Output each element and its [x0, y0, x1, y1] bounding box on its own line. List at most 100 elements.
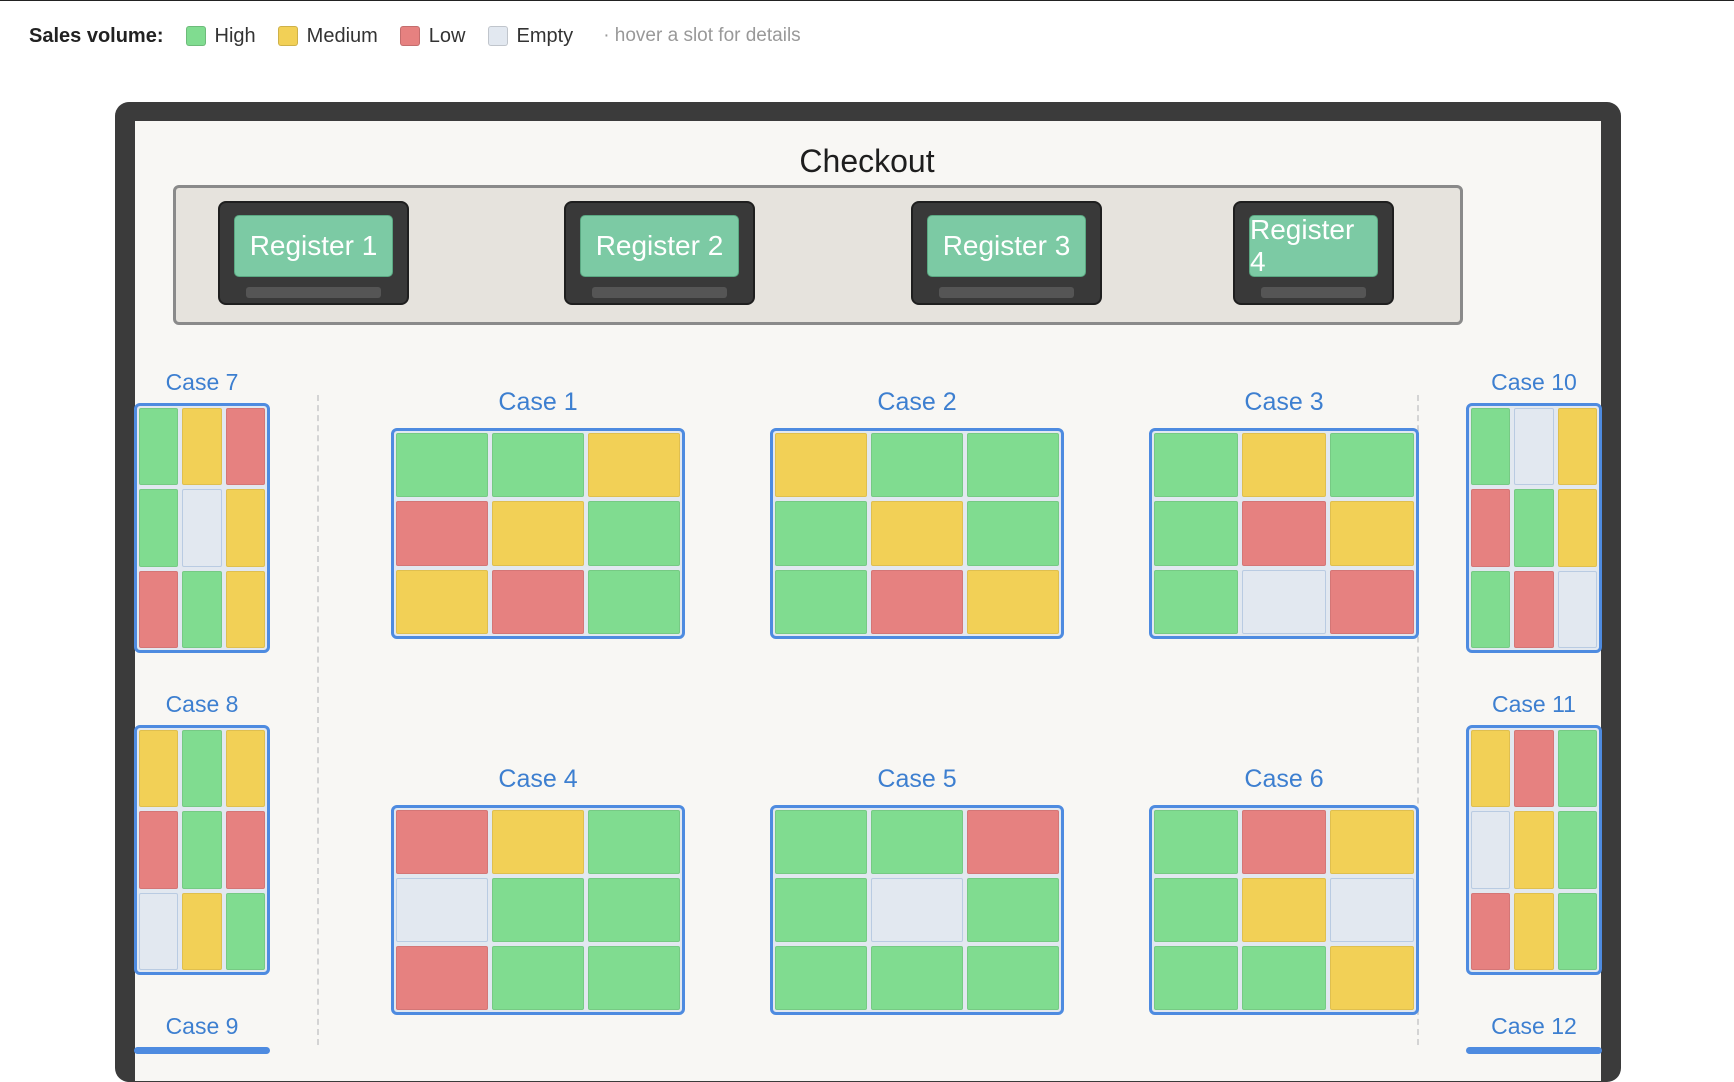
- slot-low[interactable]: [1514, 570, 1554, 648]
- slot-empty[interactable]: [1514, 408, 1554, 486]
- slot-low[interactable]: [1242, 501, 1326, 566]
- slot-empty[interactable]: [1242, 569, 1326, 634]
- case-6[interactable]: [1149, 805, 1419, 1015]
- slot-low[interactable]: [396, 501, 488, 566]
- register-3[interactable]: Register 3: [911, 201, 1102, 305]
- slot-high[interactable]: [1471, 570, 1511, 648]
- slot-high[interactable]: [588, 878, 680, 942]
- slot-low[interactable]: [225, 811, 265, 889]
- case-11[interactable]: [1466, 725, 1602, 975]
- slot-empty[interactable]: [1557, 570, 1597, 648]
- slot-high[interactable]: [1154, 569, 1238, 634]
- slot-high[interactable]: [1242, 946, 1326, 1010]
- slot-medium[interactable]: [182, 408, 222, 486]
- slot-high[interactable]: [1154, 501, 1238, 566]
- slot-high[interactable]: [967, 878, 1059, 942]
- slot-high[interactable]: [182, 811, 222, 889]
- slot-high[interactable]: [492, 433, 584, 498]
- slot-high[interactable]: [1154, 433, 1238, 498]
- slot-low[interactable]: [1471, 489, 1511, 567]
- slot-high[interactable]: [775, 501, 867, 566]
- slot-medium[interactable]: [775, 433, 867, 498]
- slot-high[interactable]: [871, 433, 963, 498]
- register-4[interactable]: Register 4: [1233, 201, 1394, 305]
- case-5[interactable]: [770, 805, 1064, 1015]
- slot-high[interactable]: [588, 946, 680, 1010]
- case-4[interactable]: [391, 805, 685, 1015]
- slot-medium[interactable]: [1242, 878, 1326, 942]
- slot-medium[interactable]: [492, 501, 584, 566]
- slot-low[interactable]: [1471, 892, 1511, 970]
- slot-low[interactable]: [871, 569, 963, 634]
- slot-high[interactable]: [1471, 408, 1511, 486]
- slot-high[interactable]: [775, 946, 867, 1010]
- slot-medium[interactable]: [1471, 730, 1511, 808]
- case-7[interactable]: [134, 403, 270, 653]
- slot-medium[interactable]: [1557, 489, 1597, 567]
- slot-low[interactable]: [139, 811, 179, 889]
- slot-low[interactable]: [1330, 569, 1414, 634]
- register-1[interactable]: Register 1: [218, 201, 409, 305]
- slot-high[interactable]: [775, 878, 867, 942]
- slot-high[interactable]: [967, 946, 1059, 1010]
- slot-medium[interactable]: [225, 730, 265, 808]
- slot-empty[interactable]: [139, 892, 179, 970]
- slot-medium[interactable]: [967, 569, 1059, 634]
- slot-medium[interactable]: [1514, 892, 1554, 970]
- slot-medium[interactable]: [1242, 433, 1326, 498]
- slot-high[interactable]: [139, 408, 179, 486]
- slot-high[interactable]: [871, 946, 963, 1010]
- slot-medium[interactable]: [492, 810, 584, 874]
- case-3[interactable]: [1149, 428, 1419, 639]
- slot-high[interactable]: [1557, 811, 1597, 889]
- slot-medium[interactable]: [1557, 408, 1597, 486]
- slot-empty[interactable]: [871, 878, 963, 942]
- slot-high[interactable]: [967, 501, 1059, 566]
- slot-empty[interactable]: [1330, 878, 1414, 942]
- slot-high[interactable]: [1154, 810, 1238, 874]
- slot-medium[interactable]: [182, 892, 222, 970]
- slot-high[interactable]: [775, 569, 867, 634]
- slot-low[interactable]: [225, 408, 265, 486]
- slot-low[interactable]: [396, 946, 488, 1010]
- slot-high[interactable]: [1154, 878, 1238, 942]
- slot-medium[interactable]: [225, 489, 265, 567]
- slot-high[interactable]: [1557, 892, 1597, 970]
- slot-empty[interactable]: [1471, 811, 1511, 889]
- case-12[interactable]: [1466, 1047, 1602, 1054]
- slot-low[interactable]: [1242, 810, 1326, 874]
- slot-medium[interactable]: [871, 501, 963, 566]
- slot-high[interactable]: [588, 569, 680, 634]
- slot-high[interactable]: [1557, 730, 1597, 808]
- slot-high[interactable]: [492, 946, 584, 1010]
- slot-medium[interactable]: [1330, 810, 1414, 874]
- slot-medium[interactable]: [1514, 811, 1554, 889]
- case-8[interactable]: [134, 725, 270, 975]
- slot-high[interactable]: [139, 489, 179, 567]
- slot-medium[interactable]: [588, 433, 680, 498]
- slot-high[interactable]: [1330, 433, 1414, 498]
- slot-high[interactable]: [967, 433, 1059, 498]
- slot-low[interactable]: [396, 810, 488, 874]
- slot-high[interactable]: [182, 570, 222, 648]
- slot-low[interactable]: [967, 810, 1059, 874]
- slot-low[interactable]: [492, 569, 584, 634]
- case-9[interactable]: [134, 1047, 270, 1054]
- case-10[interactable]: [1466, 403, 1602, 653]
- slot-medium[interactable]: [1330, 501, 1414, 566]
- case-1[interactable]: [391, 428, 685, 639]
- slot-medium[interactable]: [396, 569, 488, 634]
- slot-low[interactable]: [139, 570, 179, 648]
- slot-high[interactable]: [1154, 946, 1238, 1010]
- slot-high[interactable]: [775, 810, 867, 874]
- slot-high[interactable]: [182, 730, 222, 808]
- register-2[interactable]: Register 2: [564, 201, 755, 305]
- slot-high[interactable]: [492, 878, 584, 942]
- slot-empty[interactable]: [182, 489, 222, 567]
- slot-high[interactable]: [1514, 489, 1554, 567]
- slot-high[interactable]: [396, 433, 488, 498]
- slot-empty[interactable]: [396, 878, 488, 942]
- case-2[interactable]: [770, 428, 1064, 639]
- slot-high[interactable]: [588, 810, 680, 874]
- slot-medium[interactable]: [225, 570, 265, 648]
